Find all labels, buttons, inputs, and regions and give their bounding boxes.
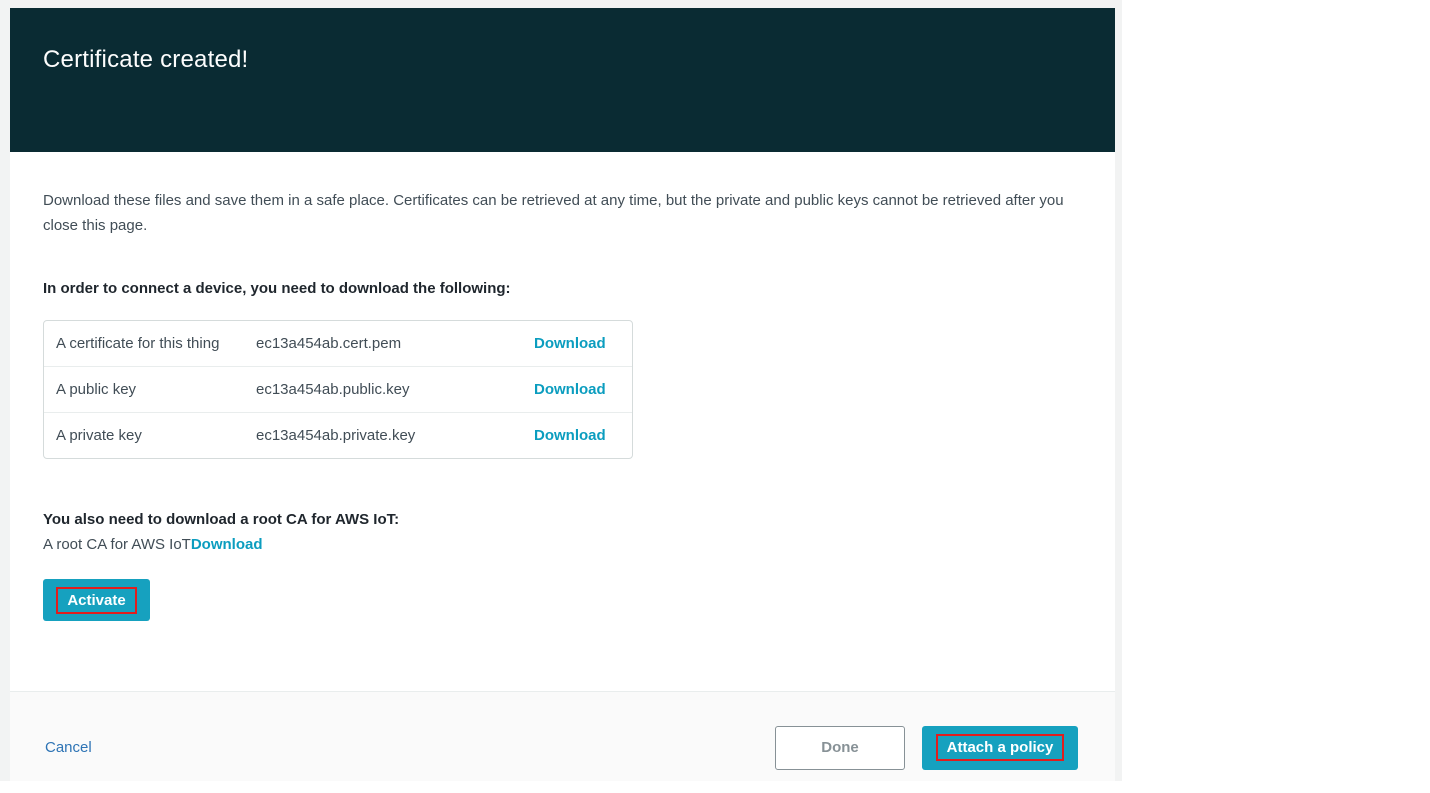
certificate-files-table: A certificate for this thing ec13a454ab.… [43,320,633,459]
file-label: A private key [56,423,256,448]
dialog-header: Certificate created! [10,8,1115,152]
download-certificate-link[interactable]: Download [534,335,606,352]
done-button[interactable]: Done [775,726,905,770]
download-public-key-link[interactable]: Download [534,381,606,398]
dialog-body: Download these files and save them in a … [10,152,1115,691]
certificate-created-dialog: Certificate created! Download these file… [10,8,1115,781]
dialog-title: Certificate created! [10,8,1115,74]
file-name: ec13a454ab.cert.pem [256,331,534,356]
root-ca-heading: You also need to download a root CA for … [43,510,1082,530]
intro-text: Download these files and save them in a … [43,188,1078,238]
annotation-highlight-box: Activate [56,587,136,614]
root-ca-row: A root CA for AWS IoTDownload [43,532,1082,558]
root-ca-label: A root CA for AWS IoT [43,536,191,553]
annotation-highlight-box: Attach a policy [936,734,1065,761]
file-name: ec13a454ab.private.key [256,423,534,448]
dialog-footer: Cancel Done Attach a policy [10,691,1115,781]
download-files-heading: In order to connect a device, you need t… [43,279,1082,299]
download-private-key-link[interactable]: Download [534,427,606,444]
attach-policy-button[interactable]: Attach a policy [922,726,1078,770]
activate-button[interactable]: Activate [43,579,150,621]
file-label: A public key [56,377,256,402]
table-row-private-key: A private key ec13a454ab.private.key Dow… [44,412,632,458]
cancel-link[interactable]: Cancel [45,739,92,756]
file-label: A certificate for this thing [56,331,256,356]
download-root-ca-link[interactable]: Download [191,536,263,553]
file-name: ec13a454ab.public.key [256,377,534,402]
table-row-certificate: A certificate for this thing ec13a454ab.… [44,321,632,366]
table-row-public-key: A public key ec13a454ab.public.key Downl… [44,366,632,412]
